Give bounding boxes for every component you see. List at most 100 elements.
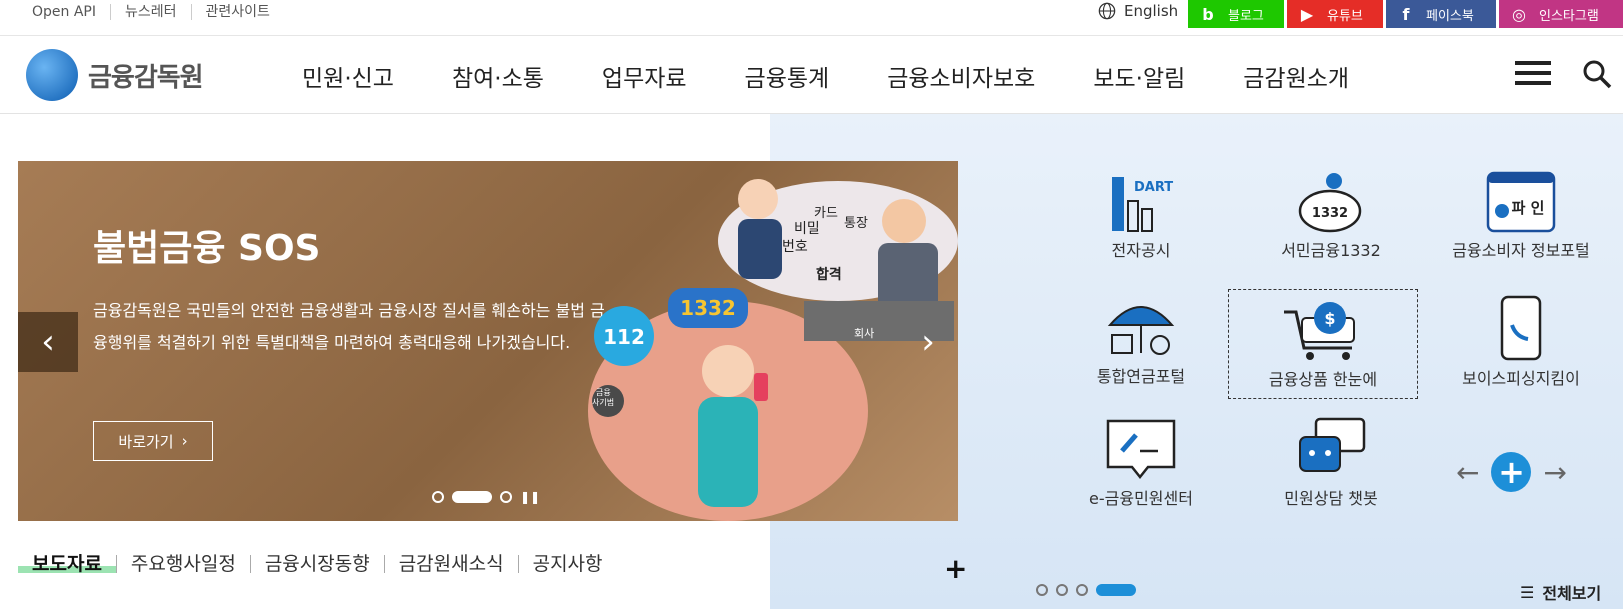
arrow-left-icon[interactable]: ← bbox=[1456, 456, 1479, 489]
slider-dot[interactable] bbox=[500, 491, 512, 503]
piggy-bank-icon: 1332 bbox=[1298, 173, 1362, 233]
quick-link-pension[interactable]: 통합연금포털 bbox=[1046, 289, 1236, 399]
quick-link-products[interactable]: $ 금융상품 한눈에 bbox=[1228, 289, 1418, 399]
utility-links: Open API 뉴스레터 관련사이트 bbox=[18, 4, 284, 20]
nav-consumer-protection[interactable]: 금융소비자보호 bbox=[887, 59, 1035, 93]
plus-circle-icon[interactable]: + bbox=[1491, 452, 1532, 492]
slide-go-label: 바로가기 bbox=[118, 432, 174, 451]
view-all-label: 전체보기 bbox=[1542, 584, 1602, 603]
word-secret: 비밀 bbox=[794, 221, 820, 237]
quick-link-label: 서민금융1332 bbox=[1281, 241, 1381, 260]
newsletter-link[interactable]: 뉴스레터 bbox=[111, 4, 192, 20]
word-finance: 금융 bbox=[596, 388, 611, 397]
quick-link-label: 민원상담 챗봇 bbox=[1284, 489, 1378, 508]
quick-link-e-complaint[interactable]: e-금융민원센터 bbox=[1046, 411, 1236, 521]
word-company: 회사 bbox=[854, 327, 874, 340]
arrow-right-icon[interactable]: → bbox=[1543, 456, 1566, 489]
chevron-right-icon: › bbox=[921, 322, 935, 362]
shopping-cart-icon: $ bbox=[1284, 302, 1355, 360]
word-pass: 합격 bbox=[816, 266, 842, 283]
pause-icon[interactable]: ❚❚ bbox=[520, 490, 540, 504]
open-api-link[interactable]: Open API bbox=[18, 4, 111, 20]
globe-icon bbox=[1098, 2, 1116, 20]
woman-body bbox=[738, 219, 782, 279]
instagram-icon: ◎ bbox=[1512, 4, 1526, 24]
blog-link[interactable]: b 블로그 bbox=[1188, 0, 1284, 28]
quick-link-dart[interactable]: DART 전자공시 bbox=[1046, 165, 1236, 275]
slider-pagination: ❚❚ bbox=[432, 490, 540, 504]
more-plus-icon[interactable]: + bbox=[944, 552, 967, 585]
logo-mark-icon bbox=[26, 49, 78, 101]
utility-bar: Open API 뉴스레터 관련사이트 English b 블로그 ▶ 유튜브 f페… bbox=[0, 0, 1623, 36]
tab-notices[interactable]: 공지사항 bbox=[519, 555, 617, 574]
slider-dot[interactable] bbox=[432, 491, 444, 503]
quick-dot[interactable] bbox=[1056, 584, 1068, 596]
quick-dot-active[interactable] bbox=[1096, 584, 1136, 596]
view-all-button[interactable]: ☰ 전체보기 bbox=[1520, 580, 1601, 604]
tab-market-trends[interactable]: 금융시장동향 bbox=[251, 555, 385, 574]
word-fraudster: 사기범 bbox=[592, 397, 614, 407]
umbrella-icon bbox=[1107, 306, 1175, 355]
dart-icon: DART bbox=[1112, 177, 1173, 232]
language-label: English bbox=[1124, 2, 1179, 20]
quick-link-label: 금융소비자 정보포털 bbox=[1452, 241, 1590, 260]
nav-participation[interactable]: 참여·소통 bbox=[452, 59, 544, 93]
woman-head bbox=[738, 179, 778, 219]
language-link[interactable]: English bbox=[1098, 2, 1178, 20]
hamburger-menu-icon[interactable] bbox=[1515, 61, 1551, 89]
bubble-1332-text: 1332 bbox=[680, 296, 736, 320]
facebook-label: 페이스북 bbox=[1426, 8, 1474, 24]
facebook-link[interactable]: f 페이스북 bbox=[1386, 0, 1496, 28]
bubble-112-text: 112 bbox=[603, 325, 645, 349]
instagram-link[interactable]: ◎ 인스타그램 bbox=[1499, 0, 1623, 28]
slider-next-button[interactable]: › bbox=[898, 312, 958, 372]
site-header: 금융감독원 민원·신고 참여·소통 업무자료 금융통계 금융소비자보호 보도·알… bbox=[0, 37, 1623, 114]
girl-body bbox=[698, 397, 758, 507]
slide-title: 불법금융 SOS bbox=[93, 228, 321, 269]
phone-icon bbox=[1500, 295, 1542, 361]
news-tabs: 보도자료 주요행사일정 금융시장동향 금감원새소식 공지사항 bbox=[18, 555, 617, 574]
related-sites-link[interactable]: 관련사이트 bbox=[192, 4, 284, 20]
quick-dot[interactable] bbox=[1036, 584, 1048, 596]
site-logo[interactable]: 금융감독원 bbox=[26, 49, 204, 101]
sns-links: b 블로그 ▶ 유튜브 f 페이스북 ◎ 인스타그램 bbox=[1188, 0, 1623, 28]
facebook-icon: f bbox=[1402, 4, 1410, 24]
tab-fss-news[interactable]: 금감원새소식 bbox=[385, 555, 519, 574]
main-slider: 불법금융 SOS 금융감독원은 국민들의 안전한 금융생활과 금융시장 질서를 … bbox=[18, 161, 958, 521]
girl-phone bbox=[754, 373, 768, 401]
quick-link-voice-phishing[interactable]: 보이스피싱지킴이 bbox=[1426, 289, 1616, 399]
quick-link-label: 통합연금포털 bbox=[1096, 367, 1186, 386]
search-icon[interactable] bbox=[1582, 59, 1612, 89]
quick-link-1332[interactable]: 1332 서민금융1332 bbox=[1236, 165, 1426, 275]
tab-press-release[interactable]: 보도자료 bbox=[18, 555, 117, 574]
slide-go-button[interactable]: 바로가기 › bbox=[93, 421, 213, 461]
quick-dot[interactable] bbox=[1076, 584, 1088, 596]
youtube-link[interactable]: ▶ 유튜브 bbox=[1287, 0, 1383, 28]
list-icon: ☰ bbox=[1520, 582, 1535, 602]
quick-link-chatbot[interactable]: 민원상담 챗봇 bbox=[1236, 411, 1426, 521]
fine-badge: 파 인 bbox=[1512, 199, 1545, 217]
logo-text: 금융감독원 bbox=[88, 62, 204, 93]
dart-badge: DART bbox=[1134, 180, 1173, 195]
nav-statistics[interactable]: 금융통계 bbox=[745, 59, 830, 93]
girl-head bbox=[702, 345, 754, 397]
nav-press[interactable]: 보도·알림 bbox=[1093, 59, 1185, 93]
youtube-icon: ▶ bbox=[1300, 4, 1314, 24]
nav-complaints[interactable]: 민원·신고 bbox=[302, 59, 394, 93]
slider-prev-button[interactable]: ‹ bbox=[18, 312, 78, 372]
nav-resources[interactable]: 업무자료 bbox=[602, 59, 687, 93]
speech-bubble-112: 112 bbox=[594, 306, 654, 366]
tab-events[interactable]: 주요행사일정 bbox=[117, 555, 251, 574]
quick-link-fine[interactable]: 파 인 금융소비자 정보포털 bbox=[1426, 165, 1616, 275]
word-card: 카드 bbox=[814, 206, 838, 221]
slider-dot-active[interactable] bbox=[452, 491, 492, 503]
man-head bbox=[882, 199, 926, 243]
nav-about[interactable]: 금감원소개 bbox=[1243, 59, 1349, 93]
fine-portal-icon: 파 인 bbox=[1486, 171, 1556, 233]
quick-link-label: 전자공시 bbox=[1111, 241, 1171, 260]
speech-bubble-1332: 1332 bbox=[668, 288, 748, 328]
main-nav: 민원·신고 참여·소통 업무자료 금융통계 금융소비자보호 보도·알림 금감원소… bbox=[302, 59, 1407, 93]
quick-link-controls: ← + → bbox=[1456, 452, 1567, 492]
instagram-label: 인스타그램 bbox=[1539, 8, 1599, 24]
pen-bubble-icon bbox=[1106, 419, 1176, 480]
